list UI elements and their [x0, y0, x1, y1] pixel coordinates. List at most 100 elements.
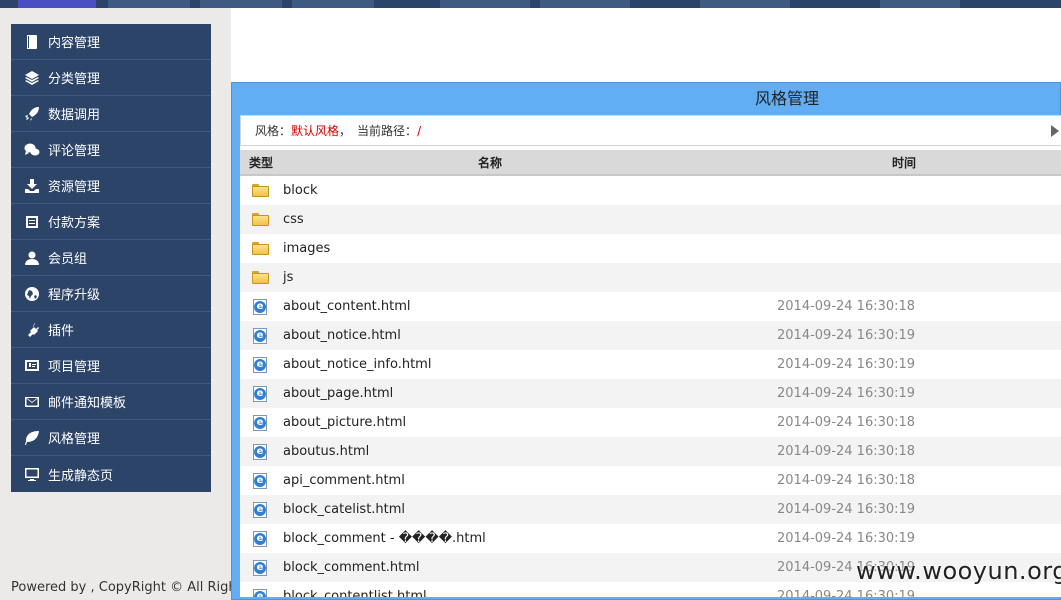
file-table-header: 类型 名称 时间: [240, 150, 1061, 176]
path-bar: 风格： 默认风格 ， 当前路径： /: [240, 115, 1061, 146]
sidebar-item-label: 插件: [48, 324, 75, 339]
table-row[interactable]: e about_picture.html 2014-09-24 16:30:18: [240, 408, 1061, 437]
file-name[interactable]: block_comment.html: [283, 560, 777, 575]
table-row[interactable]: e block_catelist.html 2014-09-24 16:30:19: [240, 495, 1061, 524]
html-file-icon: e: [240, 443, 283, 460]
sidebar-item-payment[interactable]: 付款方案: [11, 204, 211, 240]
layers-icon: [24, 70, 40, 86]
file-name[interactable]: block_comment - ����.html: [283, 531, 777, 546]
top-nav-tab[interactable]: [18, 0, 96, 8]
style-value: 默认风格: [291, 124, 340, 138]
project-icon: [24, 358, 40, 374]
table-row[interactable]: e aboutus.html 2014-09-24 16:30:18: [240, 437, 1061, 466]
html-file-icon: e: [240, 327, 283, 344]
table-row[interactable]: js: [240, 263, 1061, 292]
sidebar-item-static-pages[interactable]: 生成静态页: [11, 456, 211, 492]
sidebar-item-style[interactable]: 风格管理: [11, 420, 211, 456]
sidebar-item-label: 评论管理: [48, 144, 101, 159]
sidebar-item-label: 会员组: [48, 252, 88, 267]
file-name[interactable]: block: [283, 183, 777, 198]
sidebar-item-mail-templates[interactable]: 邮件通知模板: [11, 384, 211, 420]
path-separator: ，: [339, 124, 352, 138]
file-time: 2014-09-24 16:30:18: [777, 299, 916, 314]
sidebar-item-member-group[interactable]: 会员组: [11, 240, 211, 276]
column-header-name: 名称: [477, 155, 502, 170]
file-name[interactable]: about_content.html: [283, 299, 777, 314]
sidebar-item-plugins[interactable]: 插件: [11, 312, 211, 348]
sidebar-item-projects[interactable]: 项目管理: [11, 348, 211, 384]
file-name[interactable]: api_comment.html: [283, 473, 777, 488]
arrow-right-icon[interactable]: [1051, 125, 1059, 137]
sidebar-item-resources[interactable]: 资源管理: [11, 168, 211, 204]
file-name[interactable]: images: [283, 241, 777, 256]
folder-icon: [240, 184, 283, 197]
sidebar-item-label: 资源管理: [48, 180, 101, 195]
file-name[interactable]: block_catelist.html: [283, 502, 777, 517]
file-name[interactable]: about_page.html: [283, 386, 777, 401]
sidebar-item-content[interactable]: 内容管理: [11, 24, 211, 60]
sidebar: 内容管理 分类管理 数据调用 评论管理 资源管理 付款方案 会员组 程序升级 插…: [11, 24, 211, 492]
file-time: 2014-09-24 16:30:18: [777, 415, 916, 430]
path-label: 当前路径：: [357, 124, 418, 138]
table-row[interactable]: e about_page.html 2014-09-24 16:30:19: [240, 379, 1061, 408]
path-value: /: [417, 123, 422, 138]
top-nav-tab[interactable]: [700, 0, 790, 8]
dialog-body: 风格： 默认风格 ， 当前路径： / 类型 名称 时间 block css imag…: [240, 115, 1061, 597]
table-row[interactable]: css: [240, 205, 1061, 234]
file-time: 2014-09-24 16:30:19: [777, 502, 916, 517]
sidebar-item-data-call[interactable]: 数据调用: [11, 96, 211, 132]
file-name[interactable]: about_notice_info.html: [283, 357, 777, 372]
table-row[interactable]: e about_notice.html 2014-09-24 16:30:19: [240, 321, 1061, 350]
folder-icon: [240, 271, 283, 284]
file-name[interactable]: js: [283, 270, 777, 285]
sidebar-item-comments[interactable]: 评论管理: [11, 132, 211, 168]
table-row[interactable]: block: [240, 176, 1061, 205]
monitor-icon: [24, 466, 40, 482]
file-time: 2014-09-24 16:30:19: [777, 328, 916, 343]
top-nav-tab[interactable]: [440, 0, 530, 8]
file-time: 2014-09-24 16:30:19: [777, 531, 916, 546]
footer-copyright: Powered by , CopyRight © All Right Re: [11, 580, 231, 595]
file-name[interactable]: block_contentlist.html: [283, 589, 777, 597]
table-row[interactable]: images: [240, 234, 1061, 263]
column-header-type: 类型: [249, 155, 274, 170]
file-time: 2014-09-24 16:30:19: [777, 357, 916, 372]
sidebar-item-label: 程序升级: [48, 288, 101, 303]
payment-icon: [24, 214, 40, 230]
top-nav-tab[interactable]: [540, 0, 630, 8]
sidebar-item-label: 分类管理: [48, 72, 101, 87]
top-nav-tab[interactable]: [108, 0, 190, 8]
comments-icon: [24, 142, 40, 158]
sidebar-item-label: 生成静态页: [48, 468, 114, 484]
plug-icon: [24, 322, 40, 338]
dialog-title: 风格管理: [754, 89, 819, 108]
sidebar-item-category[interactable]: 分类管理: [11, 60, 211, 96]
file-time: 2014-09-24 16:30:18: [777, 473, 916, 488]
html-file-icon: e: [240, 501, 283, 518]
file-name[interactable]: aboutus.html: [283, 444, 777, 459]
download-icon: [24, 178, 40, 194]
sidebar-item-label: 风格管理: [48, 432, 101, 447]
file-name[interactable]: css: [283, 212, 777, 227]
top-nav-tab[interactable]: [292, 0, 374, 8]
watermark-text: www.wooyun.org: [856, 557, 1061, 585]
globe-icon: [24, 286, 40, 302]
column-header-time: 时间: [892, 155, 917, 170]
sidebar-item-label: 付款方案: [48, 216, 101, 231]
style-manager-dialog: 风格管理 风格： 默认风格 ， 当前路径： / 类型 名称 时间 block cs…: [231, 82, 1061, 600]
sidebar-item-upgrade[interactable]: 程序升级: [11, 276, 211, 312]
table-row[interactable]: e about_notice_info.html 2014-09-24 16:30:…: [240, 350, 1061, 379]
table-row[interactable]: e about_content.html 2014-09-24 16:30:18: [240, 292, 1061, 321]
table-row[interactable]: e block_comment - ����.html 2014-09-24 16:…: [240, 524, 1061, 553]
table-row[interactable]: e api_comment.html 2014-09-24 16:30:18: [240, 466, 1061, 495]
html-file-icon: e: [240, 530, 283, 547]
file-name[interactable]: about_notice.html: [283, 328, 777, 343]
file-name[interactable]: about_picture.html: [283, 415, 777, 430]
html-file-icon: e: [240, 559, 283, 576]
leaf-icon: [24, 430, 40, 446]
sidebar-item-label: 项目管理: [48, 360, 101, 375]
top-nav-tab[interactable]: [880, 0, 960, 8]
top-nav-tab[interactable]: [200, 0, 282, 8]
style-label: 风格：: [255, 124, 292, 138]
file-time: 2014-09-24 16:30:19: [777, 386, 916, 401]
